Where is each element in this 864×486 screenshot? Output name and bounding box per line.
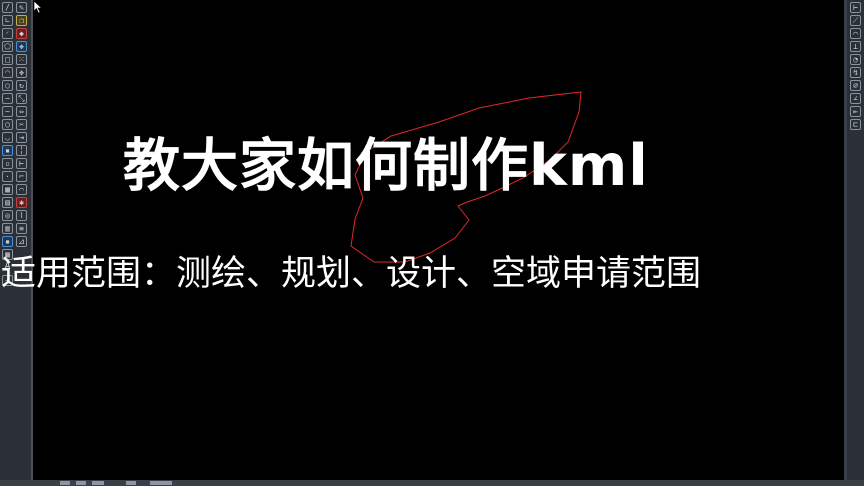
offset-tool-icon[interactable]: ❖ bbox=[16, 41, 27, 52]
status-bar bbox=[0, 480, 864, 486]
drawing-svg bbox=[350, 91, 582, 263]
quick-dimension-icon[interactable]: ⇤ bbox=[850, 106, 861, 117]
circle-tool-icon[interactable]: ○ bbox=[2, 80, 13, 91]
linear-dimension-icon[interactable]: ⊢ bbox=[850, 2, 861, 13]
trim-tool-icon[interactable]: ✂ bbox=[16, 119, 27, 130]
arc-length-icon[interactable]: ⌒ bbox=[850, 28, 861, 39]
status-toggle-ortho[interactable] bbox=[92, 481, 104, 485]
chamfer-tool-icon[interactable]: ⌐ bbox=[16, 171, 27, 182]
point-tool-icon[interactable]: · bbox=[2, 171, 13, 182]
aligned-dimension-icon[interactable]: ⟋ bbox=[850, 15, 861, 26]
properties-tool-icon[interactable]: ≡ bbox=[16, 223, 27, 234]
edit-polyline-icon[interactable]: ⌇ bbox=[16, 210, 27, 221]
erase-tool-icon[interactable]: ✎ bbox=[16, 2, 27, 13]
polyline-tool-icon[interactable]: ∟ bbox=[2, 15, 13, 26]
jogged-dimension-icon[interactable]: ↯ bbox=[850, 67, 861, 78]
revcloud-tool-icon[interactable]: ∽ bbox=[2, 93, 13, 104]
mouse-pointer-icon bbox=[33, 0, 43, 14]
polygon-tool-icon[interactable]: ⬠ bbox=[2, 41, 13, 52]
video-subtitle-overlay: 适用范围：测绘、规划、设计、空域申请范围 bbox=[1, 254, 702, 294]
spline-tool-icon[interactable]: ~ bbox=[2, 106, 13, 117]
insert-block-icon[interactable]: ▪ bbox=[2, 145, 13, 156]
left-toolbar-column-1: / ∟ ◜ ⬠ □ ◠ ○ ∽ ~ ◯ ◡ ▪ ▫ · ▦ ▤ ◎ ▥ ▪ ▦ … bbox=[2, 2, 14, 288]
arc2-tool-icon[interactable]: ◠ bbox=[2, 67, 13, 78]
rotate-tool-icon[interactable]: ↻ bbox=[16, 80, 27, 91]
ellipse-arc-tool-icon[interactable]: ◡ bbox=[2, 132, 13, 143]
region-tool-icon[interactable]: ◎ bbox=[2, 210, 13, 221]
radius-dimension-icon[interactable]: ◔ bbox=[850, 54, 861, 65]
ellipse-tool-icon[interactable]: ◯ bbox=[2, 119, 13, 130]
make-block-icon[interactable]: ▫ bbox=[2, 158, 13, 169]
scale-tool-icon[interactable]: ⤡ bbox=[16, 93, 27, 104]
gradient-tool-icon[interactable]: ▤ bbox=[2, 197, 13, 208]
cad-application-window: / ∟ ◜ ⬠ □ ◠ ○ ∽ ~ ◯ ◡ ▪ ▫ · ▦ ▤ ◎ ▥ ▪ ▦ … bbox=[0, 0, 864, 486]
hatch-tool-icon[interactable]: ▦ bbox=[2, 184, 13, 195]
rectangle-tool-icon[interactable]: □ bbox=[2, 54, 13, 65]
copy-tool-icon[interactable]: ❐ bbox=[16, 15, 27, 26]
right-toolbar-column: ⊢ ⟋ ⌒ ⊥ ◔ ↯ ⌀ ∠ ⇤ ⊏ bbox=[850, 2, 862, 132]
extend-tool-icon[interactable]: ⇥ bbox=[16, 132, 27, 143]
match-properties-icon[interactable]: ⊿ bbox=[16, 236, 27, 247]
status-toggle-polar[interactable] bbox=[126, 481, 136, 485]
left-draw-toolbar: / ∟ ◜ ⬠ □ ◠ ○ ∽ ~ ◯ ◡ ▪ ▫ · ▦ ▤ ◎ ▥ ▪ ▦ … bbox=[0, 0, 33, 480]
ordinate-dimension-icon[interactable]: ⊥ bbox=[850, 41, 861, 52]
table-tool-icon[interactable]: ▥ bbox=[2, 223, 13, 234]
fillet-tool-icon[interactable]: ⌒ bbox=[16, 184, 27, 195]
drawing-canvas[interactable]: 教大家如何制作kml 适用范围：测绘、规划、设计、空域申请范围 bbox=[1, 0, 844, 480]
array-tool-icon[interactable]: ⁙ bbox=[16, 54, 27, 65]
mirror-tool-icon[interactable]: ◆ bbox=[16, 28, 27, 39]
status-toggle-osnap[interactable] bbox=[150, 481, 172, 485]
arc-tool-icon[interactable]: ◜ bbox=[2, 28, 13, 39]
join-tool-icon[interactable]: ⊢ bbox=[16, 158, 27, 169]
mtext-color-icon[interactable]: ▪ bbox=[2, 236, 13, 247]
break-tool-icon[interactable]: ╎ bbox=[16, 145, 27, 156]
angular-dimension-icon[interactable]: ∠ bbox=[850, 93, 861, 104]
explode-tool-icon[interactable]: ✱ bbox=[16, 197, 27, 208]
baseline-dimension-icon[interactable]: ⊏ bbox=[850, 119, 861, 130]
status-toggle-grid[interactable] bbox=[60, 481, 70, 485]
left-toolbar-column-2: ✎ ❐ ◆ ❖ ⁙ ✥ ↻ ⤡ ⇔ ✂ ⇥ ╎ ⊢ ⌐ ⌒ ✱ ⌇ ≡ ⊿ bbox=[16, 2, 28, 249]
diameter-dimension-icon[interactable]: ⌀ bbox=[850, 80, 861, 91]
right-toolbar: ⊢ ⟋ ⌒ ⊥ ◔ ↯ ⌀ ∠ ⇤ ⊏ bbox=[847, 0, 864, 480]
video-title-overlay: 教大家如何制作kml bbox=[123, 133, 649, 199]
line-tool-icon[interactable]: / bbox=[2, 2, 13, 13]
stretch-tool-icon[interactable]: ⇔ bbox=[16, 106, 27, 117]
move-tool-icon[interactable]: ✥ bbox=[16, 67, 27, 78]
status-toggle-snap[interactable] bbox=[76, 481, 86, 485]
